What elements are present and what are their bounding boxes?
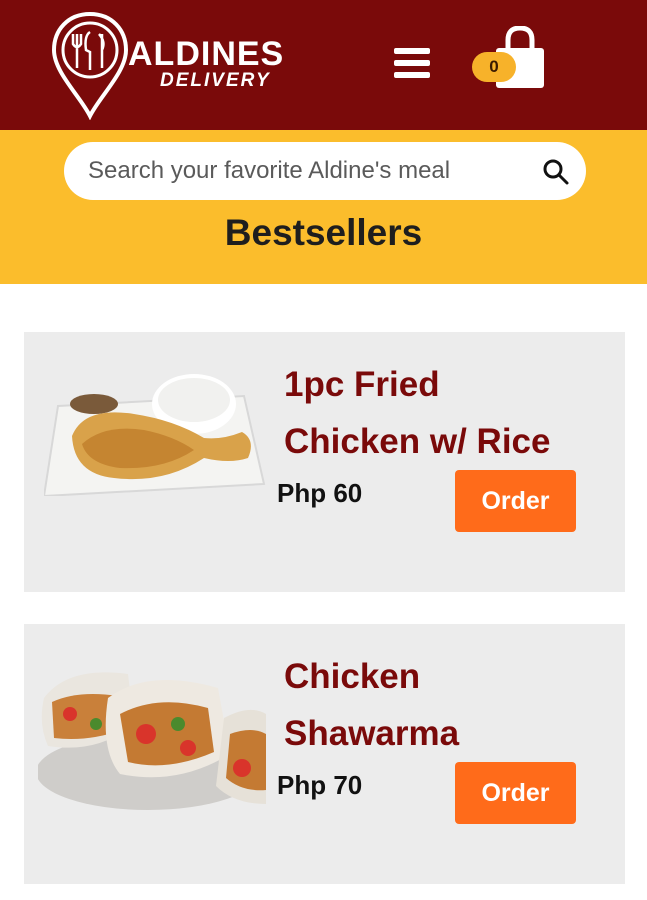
product-price: Php 70 bbox=[277, 770, 363, 800]
product-name-line: Chicken bbox=[284, 657, 421, 696]
menu-bar bbox=[394, 72, 430, 78]
cart-button[interactable]: 0 bbox=[468, 26, 548, 92]
cart-count-badge: 0 bbox=[472, 52, 516, 82]
search-band: Bestsellers bbox=[0, 130, 647, 284]
brand-logo[interactable]: ALDINES DELIVERY bbox=[50, 10, 320, 120]
order-button[interactable]: Order bbox=[455, 762, 576, 824]
brand-name: ALDINES bbox=[128, 35, 285, 73]
product-name: Chicken Shawarma bbox=[284, 648, 614, 762]
product-price: Php 60 bbox=[277, 478, 363, 508]
product-name-line: Shawarma bbox=[284, 714, 460, 753]
fried-chicken-image bbox=[44, 374, 266, 496]
menu-bar bbox=[394, 60, 430, 66]
product-card: 1pc Fried Chicken w/ Rice Php 60 Order bbox=[24, 332, 625, 592]
search-icon[interactable] bbox=[540, 156, 572, 188]
logo-pin-icon bbox=[51, 11, 129, 120]
product-name-line: 1pc Fried bbox=[284, 365, 440, 404]
product-name: 1pc Fried Chicken w/ Rice bbox=[284, 356, 614, 470]
search-input[interactable] bbox=[88, 152, 518, 190]
brand-subtitle: DELIVERY bbox=[160, 70, 271, 91]
menu-bar bbox=[394, 48, 430, 54]
product-card: Chicken Shawarma Php 70 Order bbox=[24, 624, 625, 884]
menu-icon[interactable] bbox=[392, 48, 432, 84]
order-button[interactable]: Order bbox=[455, 470, 576, 532]
app-header: ALDINES DELIVERY 0 bbox=[0, 0, 647, 130]
chicken-shawarma-image bbox=[38, 672, 266, 810]
page-title: Bestsellers bbox=[224, 212, 423, 253]
product-name-line: Chicken w/ Rice bbox=[284, 422, 551, 461]
search-bar bbox=[64, 142, 586, 200]
